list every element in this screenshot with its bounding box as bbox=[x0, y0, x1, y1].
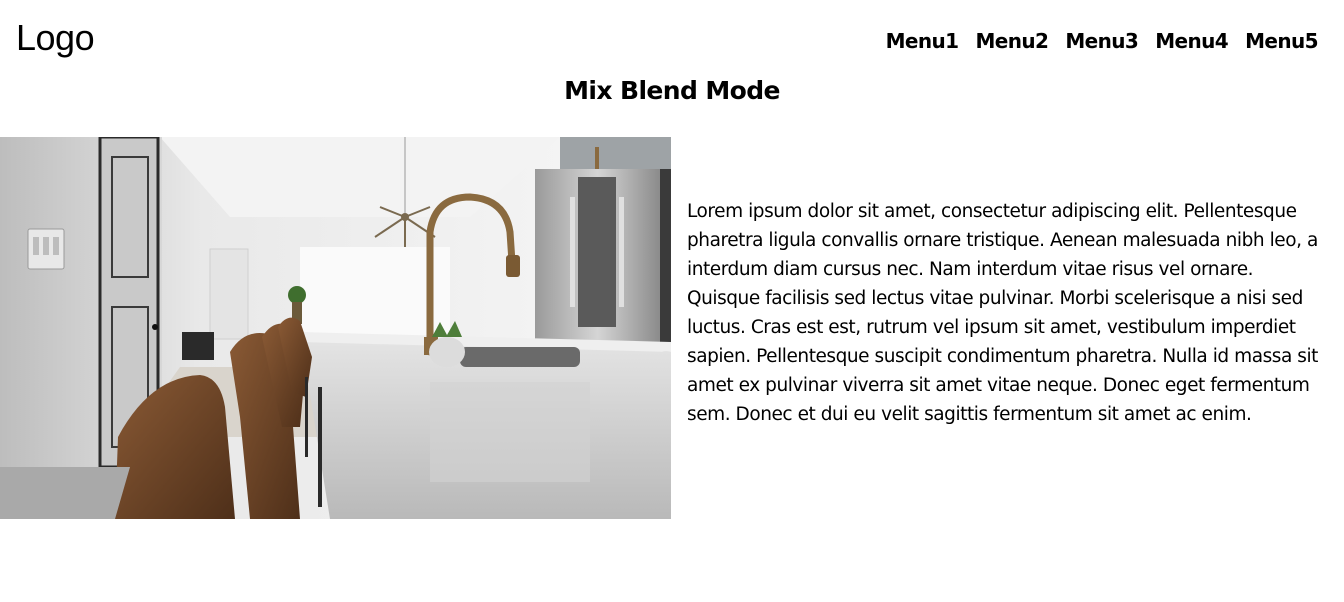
logo[interactable]: Logo bbox=[16, 18, 95, 58]
page-title: Mix Blend Mode bbox=[564, 76, 780, 105]
nav-item-menu5[interactable]: Menu5 bbox=[1245, 28, 1318, 54]
kitchen-illustration bbox=[0, 137, 671, 519]
body-paragraph: Lorem ipsum dolor sit amet, consectetur … bbox=[687, 201, 1318, 425]
nav-item-menu1[interactable]: Menu1 bbox=[886, 28, 959, 54]
nav-item-menu4[interactable]: Menu4 bbox=[1155, 28, 1228, 54]
site-header: Logo Menu1 Menu2 Menu3 Menu4 Menu5 bbox=[0, 0, 1344, 80]
nav-item-menu3[interactable]: Menu3 bbox=[1065, 28, 1138, 54]
kitchen-photo bbox=[0, 137, 671, 519]
nav-item-menu2[interactable]: Menu2 bbox=[976, 28, 1049, 54]
main-nav: Menu1 Menu2 Menu3 Menu4 Menu5 bbox=[886, 28, 1319, 54]
